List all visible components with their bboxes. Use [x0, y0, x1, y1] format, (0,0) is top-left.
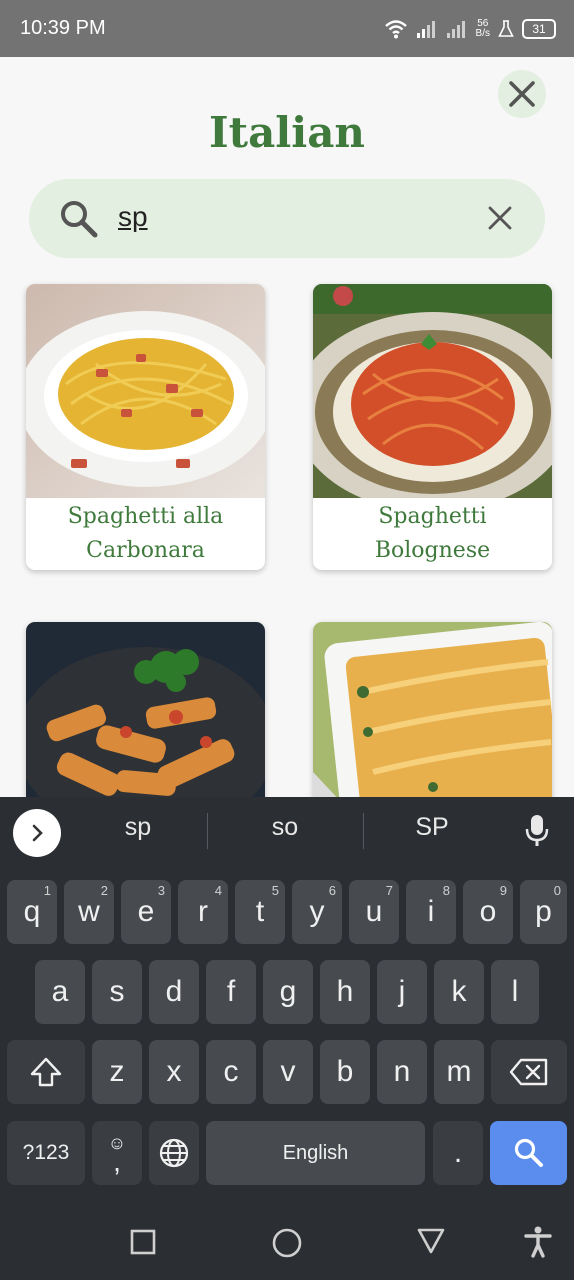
key-h[interactable]: h [320, 960, 370, 1024]
recipe-title: Spaghetti alla Carbonara [26, 500, 265, 568]
flask-icon [498, 20, 514, 37]
key-d[interactable]: d [149, 960, 199, 1024]
page-title: Italian [209, 108, 365, 157]
key-hint: 9 [499, 883, 507, 898]
close-icon [509, 81, 535, 107]
key-e[interactable]: e3 [121, 880, 171, 944]
comma-label: , [113, 1146, 121, 1177]
suggestion-divider [207, 813, 208, 849]
clear-search-icon[interactable] [487, 205, 513, 231]
space-bar[interactable]: English [206, 1121, 425, 1185]
key-g[interactable]: g [263, 960, 313, 1024]
key-z[interactable]: z [92, 1040, 142, 1104]
key-label: u [365, 895, 383, 928]
key-label: t [255, 895, 265, 928]
key-p[interactable]: p0 [520, 880, 567, 944]
shift-key[interactable] [7, 1040, 85, 1104]
key-hint: 6 [328, 883, 336, 898]
key-r[interactable]: r4 [178, 880, 228, 944]
search-key[interactable] [490, 1121, 567, 1185]
expand-toolbar-button[interactable] [13, 809, 61, 857]
key-hint: 0 [553, 883, 561, 898]
status-icons: 56 B/s 31 [384, 14, 556, 44]
comma-key[interactable]: ☺ , [92, 1121, 142, 1185]
key-label: y [309, 895, 325, 928]
globe-icon [159, 1138, 189, 1168]
key-w[interactable]: w2 [64, 880, 114, 944]
recents-icon[interactable] [130, 1229, 156, 1255]
recipe-card[interactable]: Spaghetti alla Carbonara [26, 284, 265, 570]
search-input[interactable]: sp [118, 201, 148, 233]
recipe-image [313, 284, 552, 498]
suggestion-strip: sp so SP [0, 797, 574, 867]
navigation-bar [0, 1202, 574, 1280]
backspace-key[interactable] [491, 1040, 567, 1104]
suggestion-2[interactable]: so [215, 813, 355, 842]
backspace-icon [509, 1058, 548, 1086]
recipe-card[interactable]: Spaghetti Bolognese [313, 284, 552, 570]
recipe-title-line: Carbonara [86, 538, 205, 563]
wifi-icon [384, 20, 407, 39]
key-c[interactable]: c [206, 1040, 256, 1104]
key-label: e [137, 895, 155, 928]
key-hint: 8 [442, 883, 450, 898]
key-label: q [23, 895, 41, 928]
back-icon[interactable] [416, 1227, 446, 1255]
period-key[interactable]: . [433, 1121, 483, 1185]
recipe-title-line: Bolognese [374, 538, 491, 563]
symbols-key[interactable]: ?123 [7, 1121, 85, 1185]
status-bar: 10:39 PM 56 B/s 31 [0, 0, 574, 57]
search-icon [514, 1138, 543, 1167]
key-j[interactable]: j [377, 960, 427, 1024]
key-label: p [535, 895, 552, 928]
battery-icon: 31 [522, 19, 556, 39]
shift-icon [30, 1057, 62, 1087]
status-time: 10:39 PM [20, 17, 106, 39]
accessibility-icon[interactable] [524, 1226, 552, 1258]
key-f[interactable]: f [206, 960, 256, 1024]
net-speed-unit: B/s [475, 28, 490, 39]
net-speed: 56 B/s [476, 19, 490, 39]
suggestion-1[interactable]: sp [68, 813, 208, 842]
key-q[interactable]: q1 [7, 880, 57, 944]
key-x[interactable]: x [149, 1040, 199, 1104]
key-v[interactable]: v [263, 1040, 313, 1104]
microphone-icon[interactable] [524, 813, 550, 847]
key-hint: 2 [100, 883, 108, 898]
search-bar[interactable]: sp [29, 179, 545, 258]
key-hint: 4 [214, 883, 222, 898]
key-hint: 1 [43, 883, 51, 898]
key-u[interactable]: u7 [349, 880, 399, 944]
language-key[interactable] [149, 1121, 199, 1185]
key-n[interactable]: n [377, 1040, 427, 1104]
key-label: w [78, 895, 100, 928]
key-b[interactable]: b [320, 1040, 370, 1104]
key-hint: 3 [157, 883, 165, 898]
key-hint: 7 [385, 883, 393, 898]
search-icon [61, 201, 98, 238]
key-y[interactable]: y6 [292, 880, 342, 944]
home-icon[interactable] [271, 1227, 303, 1259]
key-a[interactable]: a [35, 960, 85, 1024]
recipe-image [26, 284, 265, 498]
key-l[interactable]: l [491, 960, 539, 1024]
key-s[interactable]: s [92, 960, 142, 1024]
recipe-title-line: Spaghetti [378, 504, 487, 529]
suggestion-3[interactable]: SP [362, 813, 502, 842]
chevron-right-icon [32, 824, 43, 842]
recipe-title: Spaghetti Bolognese [313, 500, 552, 568]
key-label: r [198, 895, 208, 928]
key-label: i [427, 895, 435, 928]
key-o[interactable]: o9 [463, 880, 513, 944]
key-label: o [479, 895, 497, 928]
key-hint: 5 [271, 883, 279, 898]
signal-icon-2 [446, 21, 465, 38]
signal-icon-1 [416, 21, 435, 38]
key-t[interactable]: t5 [235, 880, 285, 944]
key-m[interactable]: m [434, 1040, 484, 1104]
key-k[interactable]: k [434, 960, 484, 1024]
key-i[interactable]: i8 [406, 880, 456, 944]
recipe-title-line: Spaghetti alla [67, 504, 224, 529]
